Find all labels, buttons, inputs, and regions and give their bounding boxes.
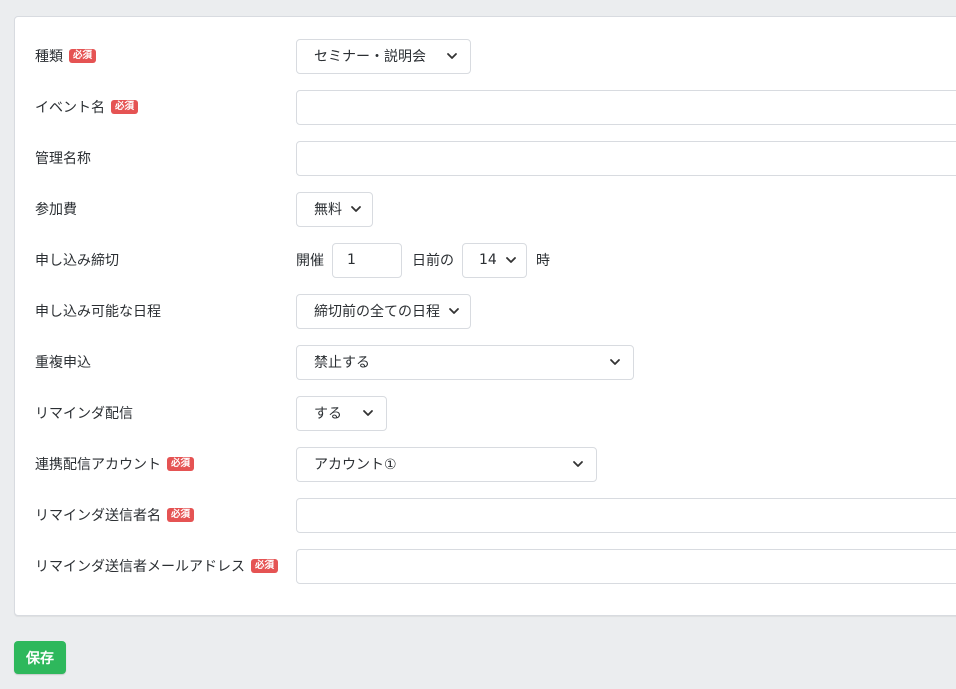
deadline-days-input[interactable]	[332, 242, 402, 278]
available-dates-value: 締切前の全ての日程	[314, 304, 440, 320]
save-button[interactable]: 保存	[14, 641, 66, 674]
admin-name-input[interactable]	[296, 140, 956, 176]
type-select-value: セミナー・説明会	[314, 49, 426, 65]
reminder-sender-email-label: リマインダ送信者メールアドレス 必須	[35, 548, 279, 584]
reminder-sender-email-label-text: リマインダ送信者メールアドレス	[35, 559, 245, 575]
required-badge: 必須	[251, 559, 279, 573]
linked-account-value: アカウント①	[314, 457, 397, 473]
event-name-field	[296, 89, 956, 125]
required-badge: 必須	[167, 508, 195, 522]
chevron-down-icon	[447, 53, 457, 59]
deadline-label-text: 申し込み締切	[35, 253, 119, 269]
chevron-down-icon	[363, 410, 373, 416]
duplicate-value: 禁止する	[314, 355, 370, 371]
chevron-down-icon	[351, 206, 361, 212]
admin-name-field	[296, 140, 956, 176]
reminder-sender-name-label: リマインダ送信者名 必須	[35, 497, 195, 533]
event-name-label: イベント名 必須	[35, 89, 139, 125]
reminder-select[interactable]: する	[296, 395, 387, 431]
required-badge: 必須	[111, 100, 139, 114]
reminder-sender-name-input[interactable]	[296, 497, 956, 533]
fee-label: 参加費	[35, 191, 77, 227]
linked-account-select[interactable]: アカウント①	[296, 446, 597, 482]
required-badge: 必須	[167, 457, 195, 471]
type-field: セミナー・説明会	[296, 38, 471, 74]
fee-field: 無料	[296, 191, 373, 227]
available-dates-field: 締切前の全ての日程	[296, 293, 471, 329]
type-label: 種類 必須	[35, 38, 97, 74]
chevron-down-icon	[505, 257, 516, 263]
reminder-field: する	[296, 395, 387, 431]
available-dates-label-text: 申し込み可能な日程	[35, 304, 161, 320]
linked-account-label-text: 連携配信アカウント	[35, 457, 161, 473]
deadline-hour-value: 14	[479, 252, 497, 268]
reminder-sender-name-field	[296, 497, 956, 533]
available-dates-select[interactable]: 締切前の全ての日程	[296, 293, 471, 329]
reminder-sender-name-label-text: リマインダ送信者名	[35, 508, 161, 524]
chevron-down-icon	[573, 461, 583, 467]
chevron-down-icon	[449, 308, 459, 314]
chevron-down-icon	[610, 359, 620, 365]
required-badge: 必須	[69, 49, 97, 63]
fee-label-text: 参加費	[35, 202, 77, 218]
duplicate-label: 重複申込	[35, 344, 91, 380]
event-name-label-text: イベント名	[35, 100, 105, 116]
reminder-value: する	[314, 406, 342, 422]
reminder-sender-email-input[interactable]	[296, 548, 956, 584]
duplicate-select[interactable]: 禁止する	[296, 344, 634, 380]
linked-account-label: 連携配信アカウント 必須	[35, 446, 195, 482]
type-label-text: 種類	[35, 49, 63, 65]
fee-select[interactable]: 無料	[296, 191, 373, 227]
duplicate-label-text: 重複申込	[35, 355, 91, 371]
fee-select-value: 無料	[314, 202, 342, 218]
duplicate-field: 禁止する	[296, 344, 634, 380]
deadline-field: 開催 日前の 14 時	[296, 242, 550, 278]
admin-name-label: 管理名称	[35, 140, 91, 176]
reminder-label-text: リマインダ配信	[35, 406, 133, 422]
reminder-sender-email-field	[296, 548, 956, 584]
available-dates-label: 申し込み可能な日程	[35, 293, 161, 329]
linked-account-field: アカウント①	[296, 446, 597, 482]
form-card: 種類 必須 セミナー・説明会 イベント名 必須 管理名称 参加費 無料 申し込み…	[14, 16, 956, 616]
reminder-label: リマインダ配信	[35, 395, 133, 431]
deadline-hour-suffix: 時	[536, 253, 550, 269]
deadline-label: 申し込み締切	[35, 242, 119, 278]
event-name-input[interactable]	[296, 89, 956, 125]
deadline-hour-select[interactable]: 14	[462, 242, 527, 278]
admin-name-label-text: 管理名称	[35, 151, 91, 167]
deadline-prefix: 開催	[296, 253, 324, 269]
deadline-days-suffix: 日前の	[412, 253, 454, 269]
type-select[interactable]: セミナー・説明会	[296, 38, 471, 74]
